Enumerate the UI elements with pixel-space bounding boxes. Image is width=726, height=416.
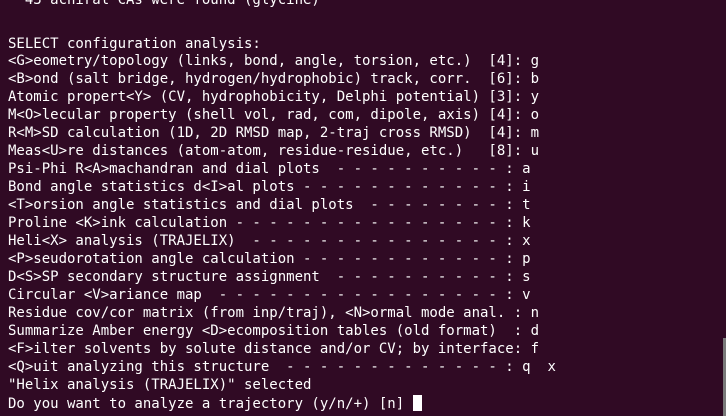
prompt-line[interactable]: Do you want to analyze a trajectory (y/n… (8, 395, 422, 412)
menu-option-ramachandran: Psi-Phi R<A>machandran and dial plots - … (8, 161, 531, 177)
menu-option-quit: <Q>uit analyzing this structure - - - - … (8, 359, 556, 375)
terminal-window[interactable]: 43 achiral CAs were found (glycine) SELE… (0, 0, 726, 416)
menu-title: SELECT configuration analysis: (8, 36, 261, 52)
menu-option-molecular-property: M<O>lecular property (shell vol, rad, co… (8, 107, 540, 123)
menu-option-atomic-property: Atomic propert<Y> (CV, hydrophobicity, D… (8, 89, 540, 105)
menu-option-proline-kink: Proline <K>ink calculation - - - - - - -… (8, 215, 531, 231)
menu-option-helix: Heli<X> analysis (TRAJELIX) - - - - - - … (8, 233, 531, 249)
menu-option-amber-energy: Summarize Amber energy <D>ecomposition t… (8, 323, 540, 339)
selection-message: "Helix analysis (TRAJELIX)" selected (8, 377, 312, 393)
output-line: 43 achiral CAs were found (glycine) (8, 0, 320, 8)
menu-option-circular-variance: Circular <V>ariance map - - - - - - - - … (8, 287, 531, 303)
menu-option-geometry: <G>eometry/topology (links, bond, angle,… (8, 53, 540, 69)
menu-option-torsion: <T>orsion angle statistics and dial plot… (8, 197, 531, 213)
menu-option-bond-angle: Bond angle statistics d<I>al plots - - -… (8, 179, 531, 195)
menu-option-rmsd: R<M>SD calculation (1D, 2D RMSD map, 2-t… (8, 125, 540, 141)
menu-option-residue-cov: Residue cov/cor matrix (from inp/traj), … (8, 305, 540, 321)
prompt-text: Do you want to analyze a trajectory (y/n… (8, 396, 413, 412)
menu-option-dssp: D<S>SP secondary structure assignment - … (8, 269, 531, 285)
menu-option-pseudorotation: <P>seudorotation angle calculation - - -… (8, 251, 531, 267)
menu-option-bond: <B>ond (salt bridge, hydrogen/hydrophobi… (8, 71, 540, 87)
menu-option-filter-solvents: <F>ilter solvents by solute distance and… (8, 341, 540, 357)
menu-option-measure-distances: Meas<U>re distances (atom-atom, residue-… (8, 143, 540, 159)
text-cursor[interactable] (412, 395, 422, 411)
